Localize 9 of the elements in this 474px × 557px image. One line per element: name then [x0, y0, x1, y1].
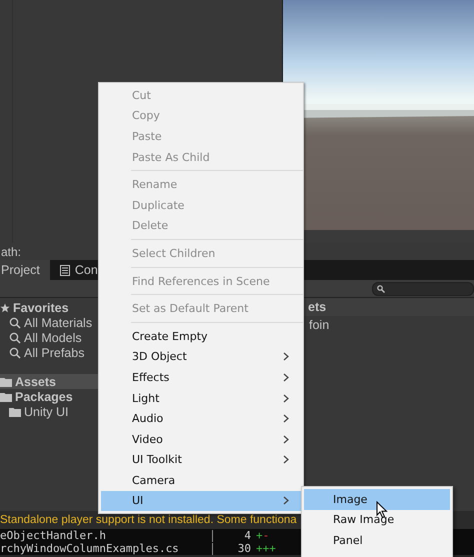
path-label: ath: — [1, 244, 22, 258]
change-count: 4 — [243, 529, 252, 542]
additions-text: + — [256, 529, 263, 542]
change-count: 30 — [236, 542, 252, 555]
file-name: rchyWindowColumnExamples.cs — [0, 542, 179, 555]
deletions-text: - — [262, 529, 270, 542]
file-name: eObjectHandler.h — [0, 529, 106, 542]
additions-text: +++ — [256, 542, 276, 555]
console-message: Standalone player support is not installed. Some functiona — [0, 514, 297, 526]
